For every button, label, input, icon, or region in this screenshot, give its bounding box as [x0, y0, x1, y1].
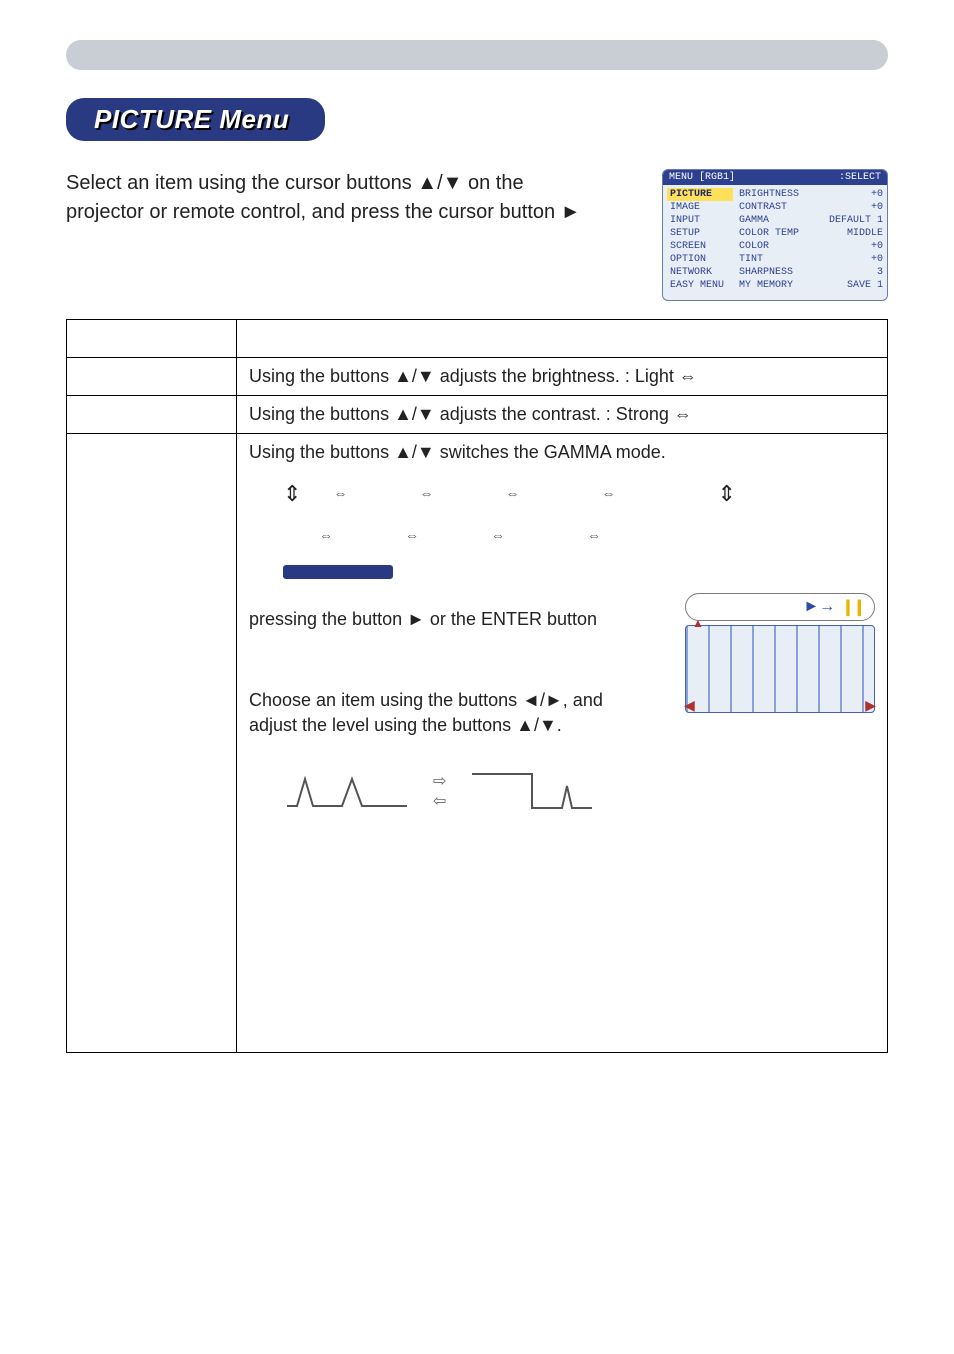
table-head-item [67, 320, 237, 358]
osd-left-column: PICTURE IMAGE INPUT SETUP SCREEN OPTION … [667, 188, 733, 292]
osd-row-label: MY MEMORY [739, 280, 793, 291]
arrow-right-icon: ⇨ [433, 771, 446, 791]
equalizer-bars: ▲ ◀ ▶ [685, 625, 875, 713]
osd-row-value: +0 [871, 202, 883, 213]
page-header-bar [66, 40, 888, 70]
double-arrow-icon: ⇔ [491, 521, 505, 550]
osd-row-label: TINT [739, 254, 763, 265]
up-down-arrow-icon: ⇕ [718, 471, 736, 517]
row-label-contrast [67, 396, 237, 434]
text: Choose an item using the buttons ◄/►, an… [249, 690, 603, 710]
text: pressing the button ► or the ENTER butto… [249, 609, 597, 629]
eq-left-arrow-icon: ◀ [684, 697, 695, 714]
eq-right-arrow-icon: ▶ [865, 697, 876, 714]
row-desc-brightness: Using the buttons ▲/▼ adjusts the bright… [237, 358, 888, 396]
osd-left-item: SETUP [667, 227, 733, 240]
double-arrow-icon: ⇔ [419, 479, 433, 508]
row-desc-gamma: Using the buttons ▲/▼ switches the GAMMA… [237, 434, 888, 1053]
double-arrow-icon: ⇔ [333, 479, 347, 508]
double-arrow-icon: ⇔ [587, 521, 601, 550]
settings-table: Using the buttons ▲/▼ adjusts the bright… [66, 319, 888, 1053]
gamma-modes-row-1: ⇕ ⇔ ⇔ ⇔ ⇔ ⇕ [249, 471, 875, 517]
double-arrow-icon: ⇔ [602, 479, 616, 508]
double-arrow-icon: ⇔ [405, 521, 419, 550]
osd-left-item: INPUT [667, 214, 733, 227]
arrow-left-icon: ⇦ [433, 791, 446, 811]
osd-menu-thumbnail: MENU [RGB1] :SELECT PICTURE IMAGE INPUT … [662, 169, 888, 301]
eq-up-arrow-icon: ▲ [692, 616, 704, 630]
osd-row-value: +0 [871, 189, 883, 200]
osd-left-item: IMAGE [667, 201, 733, 214]
osd-row-value: +0 [871, 241, 883, 252]
osd-row-value: DEFAULT 1 [829, 215, 883, 226]
up-down-arrow-icon: ⇕ [283, 471, 301, 517]
input-wave-icon [287, 771, 407, 811]
gamma-custom-label-bar [283, 565, 393, 579]
osd-left-item: NETWORK [667, 266, 733, 279]
osd-row-value: SAVE 1 [847, 280, 883, 291]
row-label-brightness [67, 358, 237, 396]
intro-line-2: projector or remote control, and press t… [66, 201, 580, 223]
double-arrow-icon: ⇔ [319, 521, 333, 550]
osd-row-label: COLOR TEMP [739, 228, 799, 239]
table-row: Using the buttons ▲/▼ switches the GAMMA… [67, 434, 888, 1053]
intro-line-1: Select an item using the cursor buttons … [66, 172, 524, 194]
output-wave-icon [472, 768, 592, 814]
table-row: Using the buttons ▲/▼ adjusts the bright… [67, 358, 888, 396]
gamma-modes-row-2: ⇔ ⇔ ⇔ ⇔ [249, 517, 875, 555]
osd-row-label: BRIGHTNESS [739, 189, 799, 200]
row-desc-contrast: Using the buttons ▲/▼ adjusts the contra… [237, 396, 888, 434]
eq-bars-icon: ❙❙ [841, 597, 864, 617]
waveform-illustration: ⇨ ⇦ [249, 768, 875, 814]
text: adjust the level using the buttons ▲/▼. [249, 715, 562, 735]
table-head-desc [237, 320, 888, 358]
osd-left-item-picture: PICTURE [667, 188, 733, 201]
row-label-gamma [67, 434, 237, 1053]
intro-paragraph: Select an item using the cursor buttons … [66, 169, 580, 301]
gamma-desc-top: Using the buttons ▲/▼ switches the GAMMA… [249, 442, 875, 463]
osd-left-item: OPTION [667, 253, 733, 266]
osd-row-value: MIDDLE [847, 228, 883, 239]
osd-row-label: GAMMA [739, 215, 769, 226]
osd-row-value: 3 [877, 267, 883, 278]
equalizer-widget: ►→ ❙❙ ▲ ◀ ▶ [685, 593, 875, 713]
section-title-lozenge: PICTURE Menu [66, 98, 325, 141]
osd-left-item: SCREEN [667, 240, 733, 253]
osd-left-item: EASY MENU [667, 279, 733, 292]
double-arrow-icon: ⇔ [505, 479, 519, 508]
osd-title-left: MENU [RGB1] [669, 172, 735, 183]
osd-row-value: +0 [871, 254, 883, 265]
osd-row-label: CONTRAST [739, 202, 787, 213]
eq-enter-arrow: ►→ [803, 598, 835, 616]
osd-row-label: SHARPNESS [739, 267, 793, 278]
osd-row-label: COLOR [739, 241, 769, 252]
table-row: Using the buttons ▲/▼ adjusts the contra… [67, 396, 888, 434]
osd-right-column: BRIGHTNESS +0 CONTRAST +0 GAMMA DEFAULT 1 C… [739, 188, 883, 292]
osd-title-right: :SELECT [839, 172, 881, 183]
